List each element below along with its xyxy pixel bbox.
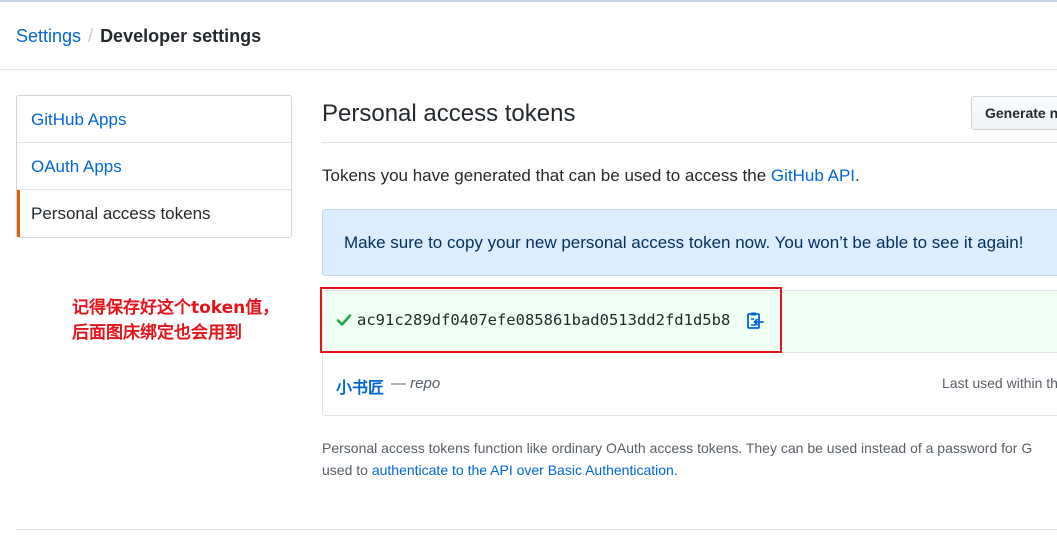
page-title: Personal access tokens — [322, 100, 576, 127]
description-text: Tokens you have generated that can be us… — [322, 166, 771, 185]
red-annotation-note: 记得保存好这个token值， 后面图床绑定也会用到 — [72, 296, 279, 346]
sidebar-item-oauth-apps[interactable]: OAuth Apps — [17, 143, 291, 190]
generate-new-token-button[interactable]: Generate n — [971, 96, 1057, 130]
breadcrumb-settings-link[interactable]: Settings — [16, 26, 81, 46]
breadcrumb: Settings / Developer settings — [16, 24, 261, 48]
token-last-used: Last used within th — [942, 375, 1057, 391]
annotation-line-1: 记得保存好这个token值， — [72, 298, 280, 318]
footnote-period: . — [673, 462, 678, 478]
description-period: . — [855, 166, 860, 185]
sidebar-item-github-apps[interactable]: GitHub Apps — [17, 96, 291, 143]
token-scope-dash: — — [391, 375, 406, 392]
token-row: 小书匠 — repo Last used within th — [323, 353, 1057, 415]
github-api-link[interactable]: GitHub API — [771, 166, 855, 185]
sidebar-menu: GitHub Apps OAuth Apps Personal access t… — [16, 95, 292, 238]
footer-divider — [16, 529, 1057, 530]
title-divider — [322, 142, 1057, 143]
footnote-line-1: Personal access tokens function like ord… — [322, 440, 1033, 456]
flash-notice: Make sure to copy your new personal acce… — [322, 209, 1057, 276]
footnote: Personal access tokens function like ord… — [322, 437, 1032, 481]
sidebar-item-personal-access-tokens[interactable]: Personal access tokens — [17, 190, 291, 237]
breadcrumb-current: Developer settings — [100, 26, 262, 46]
red-highlight-box — [320, 287, 782, 353]
header-divider — [0, 69, 1057, 70]
basic-auth-link[interactable]: authenticate to the API over Basic Authe… — [372, 462, 674, 478]
footnote-line-2-prefix: used to — [322, 462, 372, 478]
breadcrumb-separator: / — [88, 26, 94, 46]
annotation-line-2: 后面图床绑定也会用到 — [72, 323, 242, 343]
token-name-link[interactable]: 小书匠 — [336, 374, 384, 398]
tokens-description: Tokens you have generated that can be us… — [322, 166, 860, 186]
token-scope: — repo — [391, 375, 440, 392]
top-border — [0, 0, 1057, 2]
token-scope-value: repo — [410, 375, 441, 392]
